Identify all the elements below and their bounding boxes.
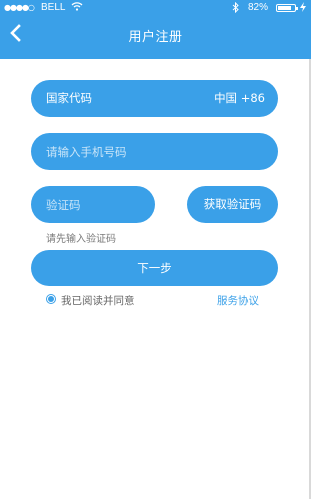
country-code-value: 中国 +86 (214, 91, 265, 105)
code-hint-text: 请先输入验证码 (46, 234, 116, 245)
radio-checked-dot (48, 296, 54, 302)
phone-input[interactable] (46, 133, 261, 170)
page-title: 用户注册 (128, 30, 183, 45)
charging-icon (300, 2, 306, 15)
battery-icon (276, 4, 296, 12)
agreement-radio[interactable] (46, 294, 56, 304)
terms-link[interactable]: 服务协议 (217, 293, 259, 308)
bluetooth-icon (232, 1, 239, 16)
agreement-text: 我已阅读并同意 (61, 295, 135, 307)
status-bar: ●●●●○ BELL 82% (0, 0, 311, 18)
carrier-name: BELL (41, 2, 66, 13)
verification-code-input[interactable] (46, 186, 141, 223)
verification-code-field[interactable] (31, 186, 155, 223)
country-code-label: 国家代码 (46, 91, 92, 105)
phone-field[interactable] (31, 133, 278, 170)
battery-fill (278, 6, 292, 10)
wifi-icon (71, 1, 83, 14)
next-button[interactable]: 下一步 (31, 250, 278, 286)
country-code-selector[interactable]: 国家代码 中国 +86 (31, 80, 278, 117)
header-bar: ●●●●○ BELL 82% 用户注册 (0, 0, 311, 59)
signal-strength: ●●●●○ (4, 3, 35, 12)
battery-percent: 82% (248, 2, 269, 13)
get-code-button[interactable]: 获取验证码 (187, 186, 278, 223)
battery-tip (296, 7, 298, 10)
